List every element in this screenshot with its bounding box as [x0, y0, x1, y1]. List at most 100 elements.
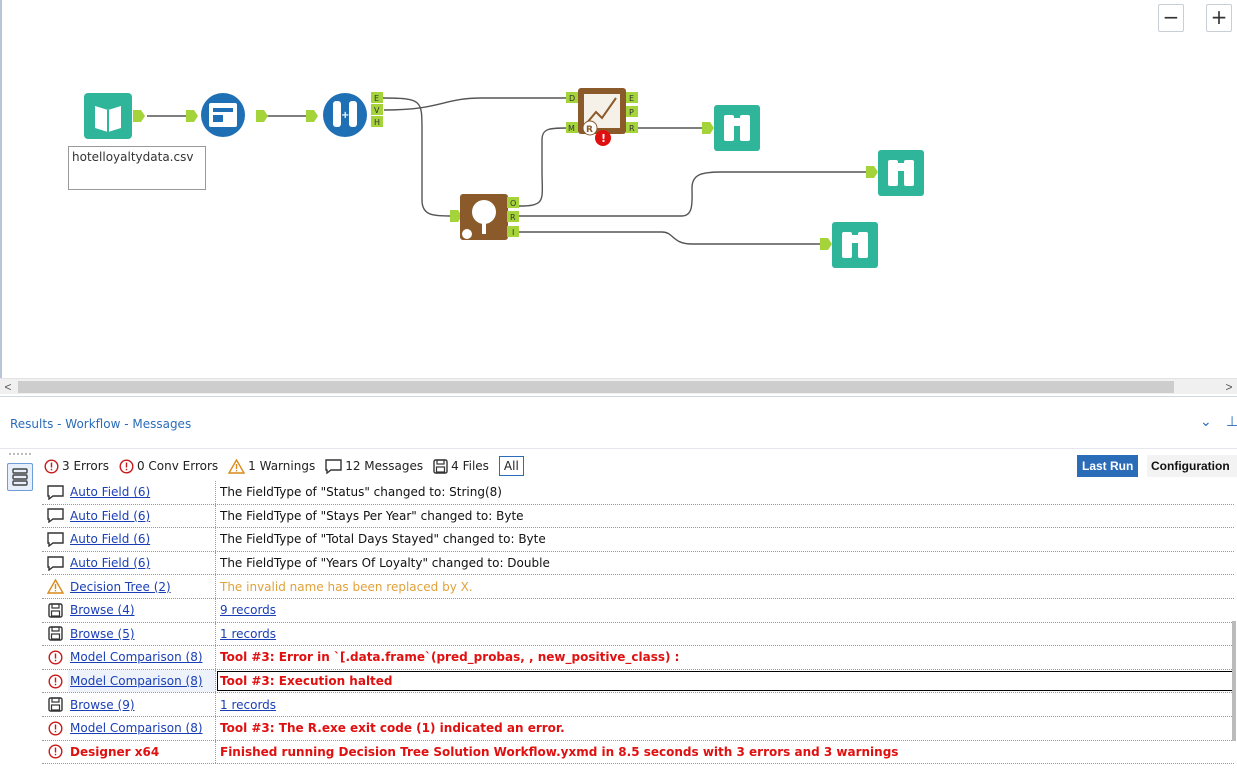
table-row[interactable]: Model Comparison (8) Tool #3: The R.exe e… — [42, 716, 1234, 741]
browse-tool-2[interactable] — [866, 150, 924, 196]
list-view-button[interactable] — [7, 463, 33, 491]
list-icon — [12, 468, 28, 486]
error-icon — [42, 670, 68, 692]
filter-errors[interactable]: 3 Errors — [44, 458, 109, 474]
table-row[interactable]: Auto Field (6) The FieldType of "Total Da… — [42, 528, 1234, 552]
filter-warnings[interactable]: 1 Warnings — [228, 458, 315, 474]
create-samples-tool[interactable]: + E V H — [306, 92, 383, 137]
error-icon — [42, 741, 68, 763]
tool-link[interactable]: Decision Tree (2) — [68, 575, 216, 598]
browse-tool-1[interactable] — [702, 105, 760, 151]
svg-text:+: + — [341, 110, 349, 121]
table-row[interactable]: Browse (5) 1 records — [42, 622, 1234, 647]
select-tool[interactable] — [186, 93, 268, 137]
filter-messages[interactable]: 12 Messages — [325, 458, 424, 474]
svg-text:!: ! — [601, 132, 606, 145]
connection-samples-tree — [381, 97, 451, 217]
message-text[interactable]: 1 records — [216, 623, 1234, 646]
scrollbar-thumb[interactable] — [18, 381, 1174, 393]
message-text[interactable]: 9 records — [216, 599, 1234, 622]
svg-text:R: R — [629, 124, 635, 133]
configuration-tab[interactable]: Configuration — [1147, 455, 1237, 477]
message-text: The FieldType of "Years Of Loyalty" chan… — [220, 556, 550, 571]
filter-files[interactable]: 4 Files — [433, 458, 489, 474]
zoom-in-button[interactable]: + — [1206, 4, 1232, 32]
anchor-h: H — [374, 118, 380, 127]
model-comparison-tool[interactable]: D M R ! E P R — [566, 88, 638, 146]
svg-text:P: P — [629, 108, 634, 117]
tool-link[interactable]: Browse (5) — [68, 622, 216, 646]
scroll-left-icon[interactable]: < — [0, 379, 16, 395]
svg-text:D: D — [569, 94, 575, 103]
results-panel: Results - Workflow - Messages ⌄ ⊥ 3 Erro… — [0, 396, 1237, 771]
message-text: Tool #3: Execution halted — [216, 670, 1234, 693]
message-text: Tool #3: Error in `[.data.frame`(pred_pr… — [220, 650, 680, 665]
message-icon — [325, 458, 342, 474]
table-row[interactable]: Auto Field (6) The FieldType of "Status" … — [42, 481, 1234, 505]
message-text: Finished running Decision Tree Solution … — [220, 744, 899, 759]
message-icon — [42, 552, 68, 574]
tool-link[interactable]: Browse (4) — [68, 598, 216, 622]
conv-errors-count: 0 Conv Errors — [136, 459, 219, 473]
chevron-down-icon[interactable]: ⌄ — [1200, 413, 1212, 430]
file-icon — [433, 458, 448, 474]
message-text: The FieldType of "Status" changed to: St… — [220, 485, 502, 500]
tool-link[interactable]: Model Comparison (8) — [68, 669, 216, 693]
messages-count: 12 Messages — [345, 459, 424, 473]
message-text: The FieldType of "Total Days Stayed" cha… — [220, 532, 546, 547]
tool-link[interactable]: Model Comparison (8) — [68, 646, 216, 669]
input-data-tool[interactable] — [84, 93, 145, 139]
files-count: 4 Files — [451, 459, 489, 473]
error-icon — [42, 717, 68, 739]
tool-link: Designer x64 — [68, 740, 216, 764]
conv-error-icon — [119, 458, 134, 474]
messages-vertical-scrollbar[interactable] — [1231, 481, 1237, 771]
svg-text:O: O — [510, 199, 516, 208]
warning-icon — [228, 458, 246, 474]
filter-conv-errors[interactable]: 0 Conv Errors — [119, 458, 219, 474]
workflow-canvas[interactable]: + E V H D M R ! E P R O R I hotelloyalty… — [0, 0, 1237, 380]
canvas-horizontal-scrollbar[interactable]: < > — [0, 378, 1237, 394]
tool-link[interactable]: Model Comparison (8) — [68, 716, 216, 740]
message-icon — [42, 528, 68, 550]
table-row[interactable]: Auto Field (6) The FieldType of "Years Of… — [42, 551, 1234, 576]
message-text: The FieldType of "Stays Per Year" change… — [220, 508, 524, 523]
warning-icon — [42, 576, 68, 598]
message-text: The invalid name has been replaced by X. — [220, 579, 473, 594]
tool-link[interactable]: Auto Field (6) — [68, 551, 216, 575]
file-icon — [42, 623, 68, 645]
results-header: Results - Workflow - Messages ⌄ ⊥ — [0, 397, 1237, 449]
message-text[interactable]: 1 records — [216, 693, 1234, 716]
svg-text:E: E — [629, 94, 634, 103]
connection-tree-model — [518, 127, 569, 207]
input-file-label: hotelloyaltydata.csv — [68, 146, 206, 190]
message-icon — [42, 481, 68, 503]
anchor-e: E — [374, 94, 379, 103]
table-row[interactable]: Model Comparison (8) Tool #3: Error in `[… — [42, 646, 1234, 670]
table-row[interactable]: Decision Tree (2) The invalid name has be… — [42, 575, 1234, 599]
tool-link[interactable]: Auto Field (6) — [68, 504, 216, 528]
pin-icon[interactable]: ⊥ — [1226, 413, 1237, 430]
filter-all-button[interactable]: All — [498, 456, 524, 476]
connection-tree-browse-top — [519, 171, 868, 217]
anchor-v: V — [374, 106, 380, 115]
zoom-out-button[interactable]: − — [1158, 4, 1184, 32]
grip-dots — [9, 453, 31, 459]
results-title: Results - Workflow - Messages — [10, 417, 192, 431]
tool-link[interactable]: Browse (9) — [68, 693, 216, 716]
scrollbar-thumb[interactable] — [1232, 621, 1236, 741]
tool-link[interactable]: Auto Field (6) — [68, 481, 216, 504]
message-filter-bar: 3 Errors 0 Conv Errors 1 Warnings 12 Mes… — [44, 455, 534, 477]
table-row[interactable]: Model Comparison (8) Tool #3: Execution h… — [42, 669, 1234, 694]
scroll-right-icon[interactable]: > — [1221, 379, 1237, 395]
tool-link[interactable]: Auto Field (6) — [68, 528, 216, 551]
table-row[interactable]: Auto Field (6) The FieldType of "Stays Pe… — [42, 504, 1234, 529]
decision-tree-tool[interactable]: O R I — [450, 194, 519, 240]
browse-tool-3[interactable] — [820, 222, 878, 268]
messages-table: Auto Field (6) The FieldType of "Status" … — [42, 481, 1234, 765]
table-row[interactable]: Browse (4) 9 records — [42, 598, 1234, 623]
table-row[interactable]: Designer x64 Finished running Decision Tr… — [42, 740, 1234, 765]
error-icon — [44, 458, 59, 474]
last-run-tab[interactable]: Last Run — [1077, 455, 1139, 477]
table-row[interactable]: Browse (9) 1 records — [42, 693, 1234, 717]
